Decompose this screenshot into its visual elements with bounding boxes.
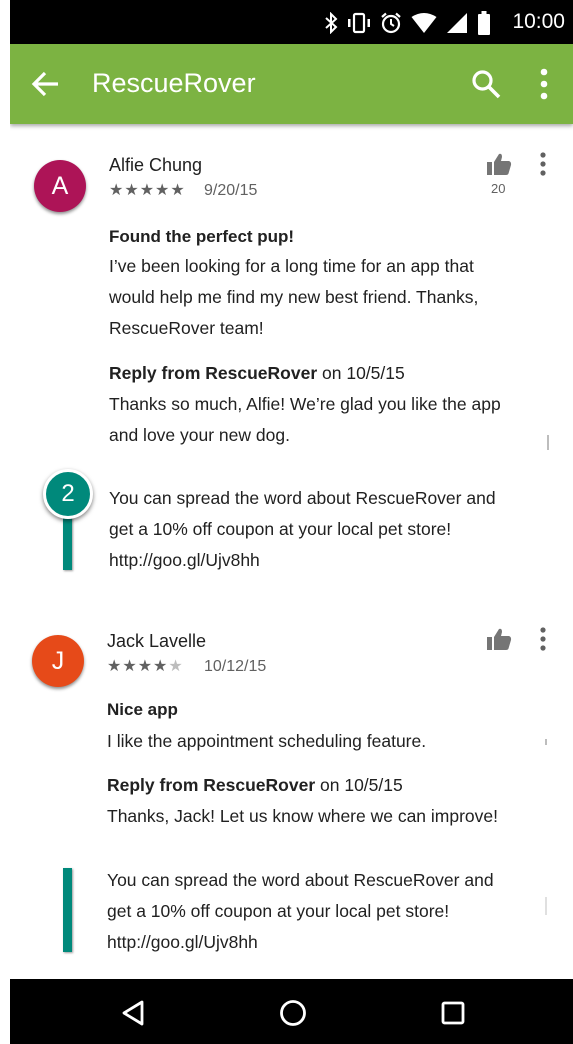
back-arrow-icon[interactable] [30,68,62,100]
reply-author: Reply from RescueRover [109,363,318,383]
system-nav-bar [10,979,573,1044]
review-title: Found the perfect pup! [109,227,295,246]
battery-icon [478,11,490,35]
avatar: A [34,160,86,212]
reply-author: Reply from RescueRover [107,775,316,795]
avatar: J [32,635,84,687]
review-body: I like the appointment scheduling featur… [107,731,427,751]
phone-screen: 10:00 RescueRover A Alfie Chung ★★★★★ 9/… [10,0,573,1044]
app-title: RescueRover [92,68,256,98]
review-menu-icon[interactable] [535,627,551,653]
developer-reply-text: Thanks, Jack! Let us know where we can i… [107,806,499,826]
star-rating: ★★★★★ [109,182,186,199]
review-title: Nice app [107,700,178,719]
developer-reply-extra: You can spread the word about RescueRove… [107,870,494,952]
status-bar: 10:00 [10,0,573,44]
review-date: 9/20/15 [204,182,258,199]
reply-date: on 10/5/15 [317,363,405,383]
developer-reply-text: Thanks so much, Alfie! We’re glad you li… [109,394,501,445]
app-bar: RescueRover [10,44,573,124]
status-icons [324,11,491,35]
signal-icon [447,13,467,33]
scroll-indicator [547,435,549,450]
developer-reply-extra: You can spread the word about RescueRove… [109,488,496,570]
developer-reply-header: Reply from RescueRover on 10/5/15 [107,775,403,796]
vibrate-icon [348,12,370,34]
review-menu-icon[interactable] [535,152,551,178]
reviews-list: A Alfie Chung ★★★★★ 9/20/15 20 Found the… [10,124,573,979]
annotation-marker-stem [63,868,72,952]
wifi-icon [411,13,437,33]
thumbs-up-icon[interactable] [486,627,512,651]
scroll-indicator [545,897,547,915]
thumbs-up-icon[interactable] [486,152,512,176]
back-triangle-icon[interactable] [120,999,146,1027]
alarm-icon [381,12,401,34]
star-rating: ★★★★★ [107,658,184,675]
home-circle-icon[interactable] [279,999,307,1027]
annotation-marker: 2 [43,469,93,519]
developer-reply-header: Reply from RescueRover on 10/5/15 [109,363,405,384]
search-icon[interactable] [470,68,502,100]
reply-date: on 10/5/15 [315,775,403,795]
reviewer-name: Jack Lavelle [107,631,207,651]
recents-square-icon[interactable] [440,1000,466,1026]
overflow-menu-icon[interactable] [534,68,554,100]
clock: 10:00 [512,10,565,33]
review-date: 10/12/15 [204,658,267,675]
bluetooth-icon [325,12,338,34]
review-body: I’ve been looking for a long time for an… [109,256,479,338]
like-count: 20 [491,181,506,196]
scroll-indicator [545,739,547,745]
reviewer-name: Alfie Chung [109,155,203,175]
